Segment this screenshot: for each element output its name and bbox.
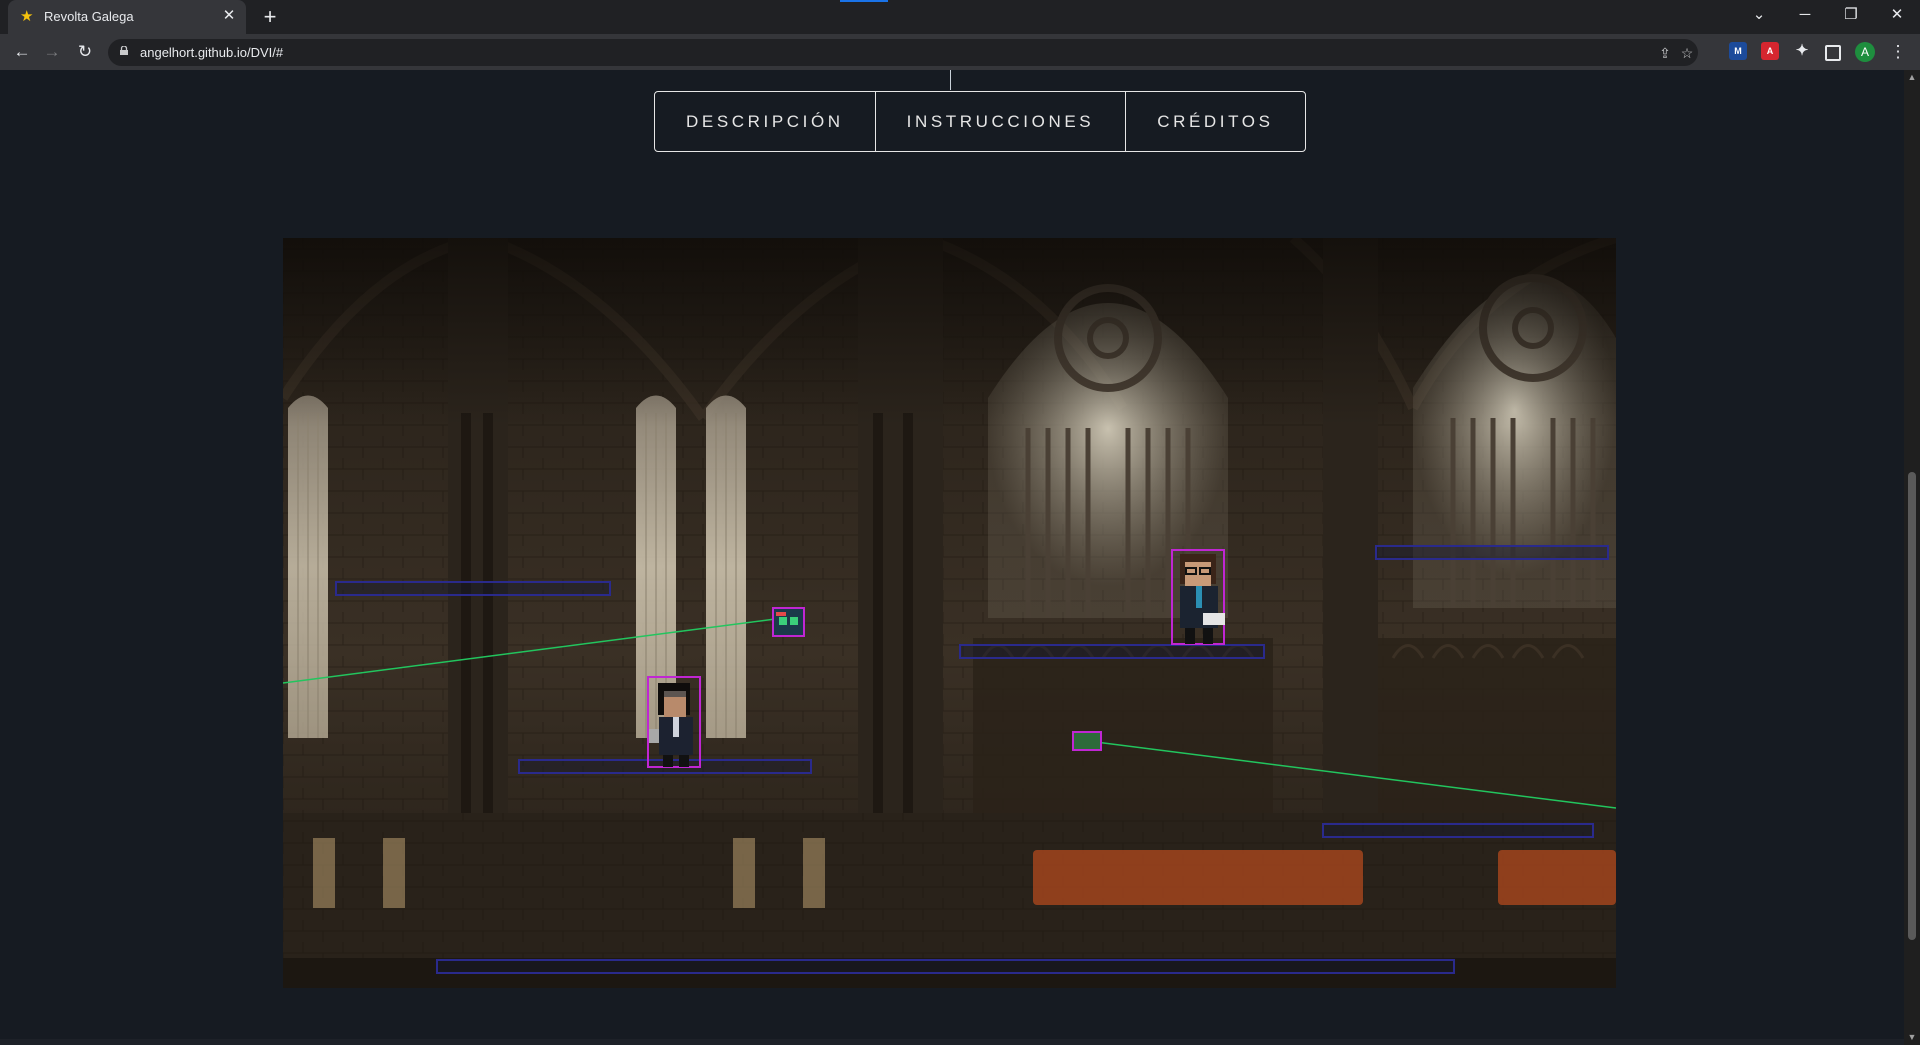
tab-search-indicator [840,0,888,2]
vignette [283,238,1616,988]
game-canvas[interactable] [283,238,1616,988]
reload-button[interactable]: ↻ [71,38,99,66]
page-scrollbar[interactable]: ▲ ▼ [1904,70,1920,1045]
page-content: DESCRIPCIÓN INSTRUCCIONES CRÉDITOS [0,70,1904,1045]
nav-instrucciones-button[interactable]: INSTRUCCIONES [876,92,1127,151]
vision-sensor-left [772,607,805,637]
header-divider [950,70,951,90]
sidepanel-icon[interactable] [1825,45,1841,61]
new-tab-button[interactable]: + [258,5,282,29]
restore-button[interactable]: ❐ [1828,0,1874,34]
back-button[interactable]: ← [8,38,36,66]
lock-icon [120,46,128,55]
nav-descripcion-button[interactable]: DESCRIPCIÓN [655,92,876,151]
vision-sensor-right [1072,731,1102,751]
scrollbar-thumb[interactable] [1908,472,1916,940]
bookmark-star-icon[interactable]: ☆ [1677,43,1697,63]
active-tab[interactable]: ★ Revolta Galega ✕ [8,0,246,34]
browser-toolbar: ← → ↻ angelhort.github.io/DVI/# ⇪ ☆ M A … [0,34,1920,70]
menu-kebab-icon[interactable]: ⋮ [1884,38,1912,66]
browser-tabstrip: ★ Revolta Galega ✕ + ⌄ ─ ❐ ✕ [0,0,1920,34]
mendeley-icon[interactable]: M [1729,42,1747,60]
tab-search-chevron-icon[interactable]: ⌄ [1736,0,1782,34]
nav-creditos-button[interactable]: CRÉDITOS [1126,92,1304,151]
puzzle-icon[interactable]: ✦ [1793,42,1811,60]
scroll-up-arrow-icon[interactable]: ▲ [1907,72,1917,82]
scroll-down-arrow-icon[interactable]: ▼ [1907,1032,1917,1042]
forward-button[interactable]: → [38,38,66,66]
share-icon[interactable]: ⇪ [1655,43,1675,63]
minimize-button[interactable]: ─ [1782,0,1828,34]
close-tab-icon[interactable]: ✕ [220,7,238,25]
game-scene [283,238,1616,988]
url-text: angelhort.github.io/DVI/# [140,45,284,60]
star-favicon-icon: ★ [20,8,34,25]
acrobat-icon[interactable]: A [1761,42,1779,60]
close-window-button[interactable]: ✕ [1874,0,1920,34]
tab-title: Revolta Galega [44,9,134,24]
section-nav: DESCRIPCIÓN INSTRUCCIONES CRÉDITOS [654,91,1306,152]
avatar[interactable]: A [1855,42,1875,62]
page-bottom-strip [0,1039,1904,1045]
address-bar[interactable]: angelhort.github.io/DVI/# ⇪ ☆ [108,39,1698,66]
